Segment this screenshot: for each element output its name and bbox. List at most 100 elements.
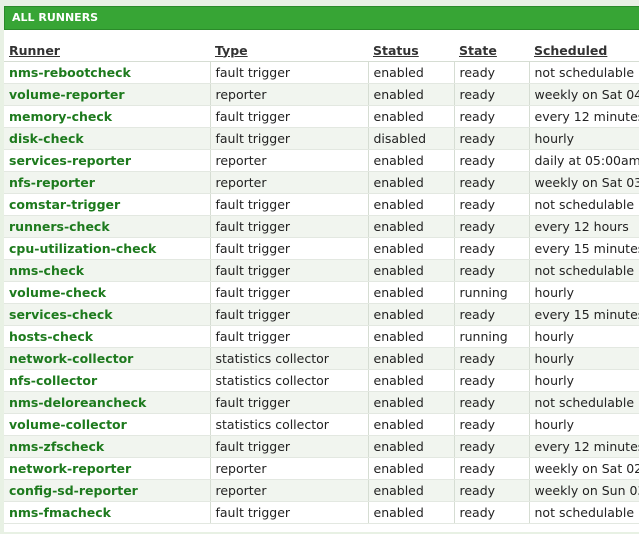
runner-state-cell: ready [453,105,529,128]
runner-state-cell: running [453,325,529,348]
runner-scheduled-cell: every 15 minutes [528,303,639,326]
runner-name-link[interactable]: services-check [4,303,210,326]
runner-type-cell: reporter [209,83,368,106]
runner-state-cell: ready [453,149,529,172]
runner-name-link[interactable]: volume-collector [4,413,210,436]
table-row: disk-check fault trigger disabled ready … [4,127,639,150]
table-row: services-check fault trigger enabled rea… [4,303,639,326]
runner-status-cell: enabled [367,501,454,524]
table-row: nms-rebootcheck fault trigger enabled re… [4,61,639,84]
table-row: hosts-check fault trigger enabled runnin… [4,325,639,348]
runner-name-link[interactable]: nms-rebootcheck [4,61,210,84]
column-header-state[interactable]: State [454,30,529,62]
runner-type-cell: fault trigger [209,281,368,304]
runner-type-cell: fault trigger [209,215,368,238]
runner-status-cell: enabled [367,215,454,238]
runner-name-link[interactable]: services-reporter [4,149,210,172]
runner-scheduled-cell: not schedulable [528,193,639,216]
runner-type-cell: fault trigger [209,237,368,260]
runner-name-link[interactable]: nms-check [4,259,210,282]
runner-name-link[interactable]: runners-check [4,215,210,238]
table-row: nms-deloreancheck fault trigger enabled … [4,391,639,414]
table-row: network-collector statistics collector e… [4,347,639,370]
runner-scheduled-cell: hourly [528,413,639,436]
runner-name-link[interactable]: network-collector [4,347,210,370]
runner-state-cell: ready [453,347,529,370]
runner-status-cell: enabled [367,237,454,260]
table-row: nms-fmacheck fault trigger enabled ready… [4,501,639,524]
runner-name-link[interactable]: disk-check [4,127,210,150]
runner-status-cell: disabled [367,127,454,150]
runner-name-link[interactable]: config-sd-reporter [4,479,210,502]
runner-state-cell: running [453,281,529,304]
runner-name-link[interactable]: network-reporter [4,457,210,480]
runner-type-cell: reporter [209,171,368,194]
runner-name-link[interactable]: hosts-check [4,325,210,348]
runner-name-link[interactable]: nms-zfscheck [4,435,210,458]
runner-type-cell: reporter [209,457,368,480]
runners-table: Runner Type Status State Scheduled nms-r… [4,30,639,524]
runner-status-cell: enabled [367,325,454,348]
runner-name-link[interactable]: comstar-trigger [4,193,210,216]
column-header-status[interactable]: Status [368,30,454,62]
runner-type-cell: statistics collector [209,413,368,436]
runner-name-link[interactable]: volume-reporter [4,83,210,106]
runner-state-cell: ready [453,171,529,194]
runner-name-link[interactable]: cpu-utilization-check [4,237,210,260]
runner-name-link[interactable]: volume-check [4,281,210,304]
table-row: volume-check fault trigger enabled runni… [4,281,639,304]
runner-scheduled-cell: hourly [528,127,639,150]
table-row: nfs-reporter reporter enabled ready week… [4,171,639,194]
runners-table-container: Runner Type Status State Scheduled nms-r… [4,30,639,532]
runner-status-cell: enabled [367,105,454,128]
runner-scheduled-cell: not schedulable [528,259,639,282]
runner-status-cell: enabled [367,347,454,370]
runner-type-cell: reporter [209,479,368,502]
runner-scheduled-cell: every 12 minutes [528,435,639,458]
table-row: nms-zfscheck fault trigger enabled ready… [4,435,639,458]
column-header-scheduled[interactable]: Scheduled [529,30,639,62]
runner-scheduled-cell: daily at 05:00am [528,149,639,172]
table-row: cpu-utilization-check fault trigger enab… [4,237,639,260]
runner-state-cell: ready [453,413,529,436]
runner-state-cell: ready [453,215,529,238]
runner-name-link[interactable]: nms-deloreancheck [4,391,210,414]
table-row: memory-check fault trigger enabled ready… [4,105,639,128]
table-row: comstar-trigger fault trigger enabled re… [4,193,639,216]
table-row: volume-reporter reporter enabled ready w… [4,83,639,106]
runner-scheduled-cell: not schedulable [528,61,639,84]
runner-status-cell: enabled [367,413,454,436]
runner-state-cell: ready [453,237,529,260]
runner-name-link[interactable]: memory-check [4,105,210,128]
table-row: config-sd-reporter reporter enabled read… [4,479,639,502]
runner-type-cell: fault trigger [209,325,368,348]
table-row: services-reporter reporter enabled ready… [4,149,639,172]
runner-state-cell: ready [453,369,529,392]
table-row: volume-collector statistics collector en… [4,413,639,436]
runner-type-cell: fault trigger [209,303,368,326]
runner-state-cell: ready [453,259,529,282]
runner-name-link[interactable]: nfs-collector [4,369,210,392]
runner-type-cell: fault trigger [209,501,368,524]
runner-state-cell: ready [453,193,529,216]
runner-type-cell: fault trigger [209,105,368,128]
runner-state-cell: ready [453,83,529,106]
runner-scheduled-cell: weekly on Sat 02: [528,457,639,480]
runner-status-cell: enabled [367,61,454,84]
panel-title: ALL RUNNERS [4,6,639,30]
table-row: nms-check fault trigger enabled ready no… [4,259,639,282]
runner-type-cell: fault trigger [209,259,368,282]
runner-scheduled-cell: every 12 minutes [528,105,639,128]
runner-scheduled-cell: weekly on Sat 04: [528,83,639,106]
runner-status-cell: enabled [367,303,454,326]
column-header-type[interactable]: Type [210,30,368,62]
runner-status-cell: enabled [367,281,454,304]
runner-name-link[interactable]: nfs-reporter [4,171,210,194]
runner-scheduled-cell: hourly [528,281,639,304]
runner-state-cell: ready [453,127,529,150]
runner-state-cell: ready [453,501,529,524]
runner-name-link[interactable]: nms-fmacheck [4,501,210,524]
runner-state-cell: ready [453,435,529,458]
runner-scheduled-cell: hourly [528,325,639,348]
column-header-runner[interactable]: Runner [4,30,210,62]
